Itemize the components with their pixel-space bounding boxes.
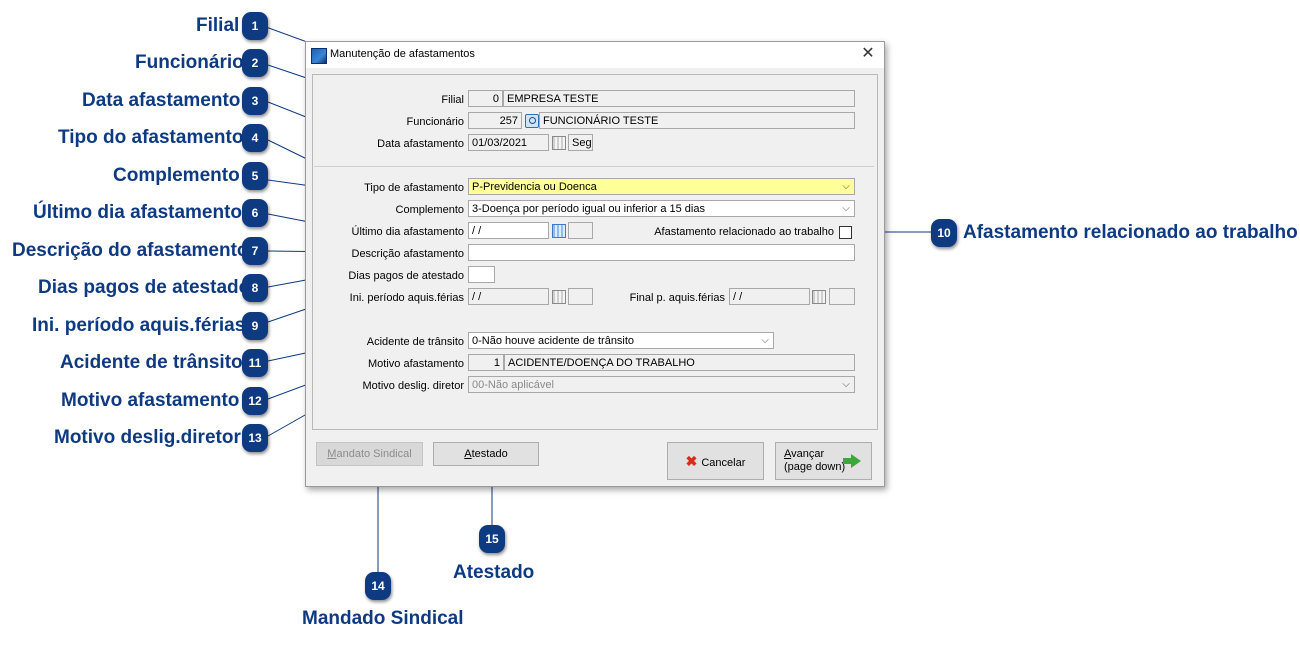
callout-badge-8: 8 xyxy=(242,274,268,302)
calendar-icon[interactable] xyxy=(552,290,566,304)
funcionario-code-field[interactable]: 257 xyxy=(468,112,522,129)
filial-name-field: EMPRESA TESTE xyxy=(503,90,855,107)
callout-label-complemento: Complemento xyxy=(113,165,240,186)
callout-badge-10: 10 xyxy=(931,219,957,247)
callout-badge-3: 3 xyxy=(242,87,268,115)
filial-code-field[interactable]: 0 xyxy=(468,90,503,107)
motivo-deslig-diretor-value: 00-Não aplicável xyxy=(472,379,554,391)
mandato-sindical-button[interactable]: Mandato Sindical xyxy=(316,442,423,466)
acidente-transito-label: Acidente de trânsito xyxy=(366,336,464,348)
chevron-down-icon[interactable]: ⌵ xyxy=(840,377,852,392)
title-bar[interactable]: Manutenção de afastamentos ✕ xyxy=(306,42,884,68)
relacionado-trabalho-label: Afastamento relacionado ao trabalho xyxy=(654,226,834,238)
dialog-title: Manutenção de afastamentos xyxy=(330,48,475,60)
callout-label-descricao: Descrição do afastamento xyxy=(12,240,249,261)
callout-badge-1: 1 xyxy=(242,12,268,40)
ini-periodo-field[interactable]: / / xyxy=(468,288,549,305)
callout-label-dias-pagos: Dias pagos de atestado xyxy=(38,277,251,298)
callout-label-ini-periodo: Ini. período aquis.férias xyxy=(32,315,246,336)
complemento-value: 3-Doença por período igual ou inferior a… xyxy=(472,203,705,215)
data-afastamento-label: Data afastamento xyxy=(377,138,464,150)
funcionario-label: Funcionário xyxy=(406,116,464,128)
dias-pagos-label: Dias pagos de atestado xyxy=(348,270,464,282)
callout-label-motivo-deslig-diretor: Motivo deslig.diretor xyxy=(54,427,241,448)
callout-badge-14: 14 xyxy=(365,572,391,600)
atestado-button[interactable]: Atestado xyxy=(433,442,539,466)
section-divider xyxy=(314,166,874,167)
avancar-subtitle: (page down) xyxy=(784,461,846,473)
callout-label-filial: Filial xyxy=(196,15,240,36)
callout-badge-12: 12 xyxy=(242,387,268,415)
chevron-down-icon[interactable]: ⌵ xyxy=(840,179,852,194)
callout-badge-2: 2 xyxy=(242,49,268,77)
callout-badge-9: 9 xyxy=(242,312,268,340)
motivo-afastamento-name-field: ACIDENTE/DOENÇA DO TRABALHO xyxy=(504,354,855,371)
callout-badge-11: 11 xyxy=(242,349,268,377)
callout-label-atestado: Atestado xyxy=(453,562,535,583)
final-periodo-label: Final p. aquis.férias xyxy=(629,292,725,304)
descricao-field[interactable] xyxy=(468,244,855,261)
ultimo-dia-weekday-field xyxy=(568,222,593,239)
complemento-select[interactable]: 3-Doença por período igual ou inferior a… xyxy=(468,200,855,217)
calendar-icon[interactable] xyxy=(552,224,566,238)
cancelar-label: Cancelar xyxy=(701,457,746,469)
calendar-icon[interactable] xyxy=(552,136,566,150)
descricao-label: Descrição afastamento xyxy=(351,248,465,260)
motivo-deslig-diretor-label: Motivo deslig. diretor xyxy=(362,380,465,392)
callout-badge-13: 13 xyxy=(242,424,268,452)
relacionado-trabalho-checkbox[interactable] xyxy=(839,226,852,239)
weekday-field: Seg xyxy=(568,134,593,151)
atestado-mnemonic: A xyxy=(464,448,472,460)
motivo-afastamento-code-field[interactable]: 1 xyxy=(468,354,504,371)
acidente-transito-select[interactable]: 0-Não houve acidente de trânsito ⌵ xyxy=(468,332,774,349)
close-icon[interactable]: ✕ xyxy=(858,44,878,64)
final-periodo-field[interactable]: / / xyxy=(729,288,810,305)
arrow-right-icon xyxy=(843,454,861,468)
ultimo-dia-field[interactable]: / / xyxy=(468,222,549,239)
callout-label-motivo-afastamento: Motivo afastamento xyxy=(61,390,240,411)
callout-label-mandado-sindical: Mandado Sindical xyxy=(302,608,464,629)
complemento-label: Complemento xyxy=(395,204,464,216)
final-periodo-weekday-field xyxy=(829,288,855,305)
avancar-button[interactable]: Avançar (page down) xyxy=(775,442,872,480)
callout-label-data-afastamento: Data afastamento xyxy=(82,90,241,111)
callout-label-acidente-transito: Acidente de trânsito xyxy=(60,352,243,373)
callout-label-ultimo-dia: Último dia afastamento xyxy=(33,202,243,223)
data-afastamento-field[interactable]: 01/03/2021 xyxy=(468,134,549,151)
callout-badge-7: 7 xyxy=(242,237,268,265)
avancar-label: vançar xyxy=(791,448,825,460)
calendar-icon[interactable] xyxy=(812,290,826,304)
callout-label-relacionado-trabalho: Afastamento relacionado ao trabalho xyxy=(963,222,1298,243)
search-icon[interactable] xyxy=(525,114,539,128)
callout-badge-15: 15 xyxy=(479,525,505,553)
motivo-deslig-diretor-select[interactable]: 00-Não aplicável ⌵ xyxy=(468,376,855,393)
callout-label-tipo-afastamento: Tipo do afastamento xyxy=(58,127,244,148)
filial-label: Filial xyxy=(441,94,464,106)
ini-periodo-weekday-field xyxy=(568,288,593,305)
chevron-down-icon[interactable]: ⌵ xyxy=(759,333,771,348)
dias-pagos-field[interactable] xyxy=(468,266,495,283)
cancelar-button[interactable]: ✖ Cancelar xyxy=(667,442,764,480)
cancel-x-icon: ✖ xyxy=(685,453,698,469)
callout-label-funcionario: Funcionário xyxy=(135,52,244,73)
funcionario-name-field: FUNCIONÁRIO TESTE xyxy=(539,112,855,129)
tipo-afastamento-select[interactable]: P-Previdencia ou Doenca ⌵ xyxy=(468,178,855,195)
chevron-down-icon[interactable]: ⌵ xyxy=(840,201,852,216)
tipo-afastamento-value: P-Previdencia ou Doenca xyxy=(472,181,597,193)
tipo-afastamento-label: Tipo de afastamento xyxy=(364,182,464,194)
mandato-sindical-label: andato Sindical xyxy=(336,448,412,460)
callout-badge-5: 5 xyxy=(242,162,268,190)
acidente-transito-value: 0-Não houve acidente de trânsito xyxy=(472,335,635,347)
ini-periodo-label: Ini. período aquis.férias xyxy=(349,292,464,304)
motivo-afastamento-label: Motivo afastamento xyxy=(368,358,464,370)
ultimo-dia-label: Último dia afastamento xyxy=(351,226,465,238)
atestado-label: testado xyxy=(471,448,508,460)
afastamentos-dialog: Manutenção de afastamentos ✕ Filial 0 EM… xyxy=(305,41,885,487)
app-icon xyxy=(311,48,327,64)
callout-badge-6: 6 xyxy=(242,199,268,227)
callout-badge-4: 4 xyxy=(242,124,268,152)
